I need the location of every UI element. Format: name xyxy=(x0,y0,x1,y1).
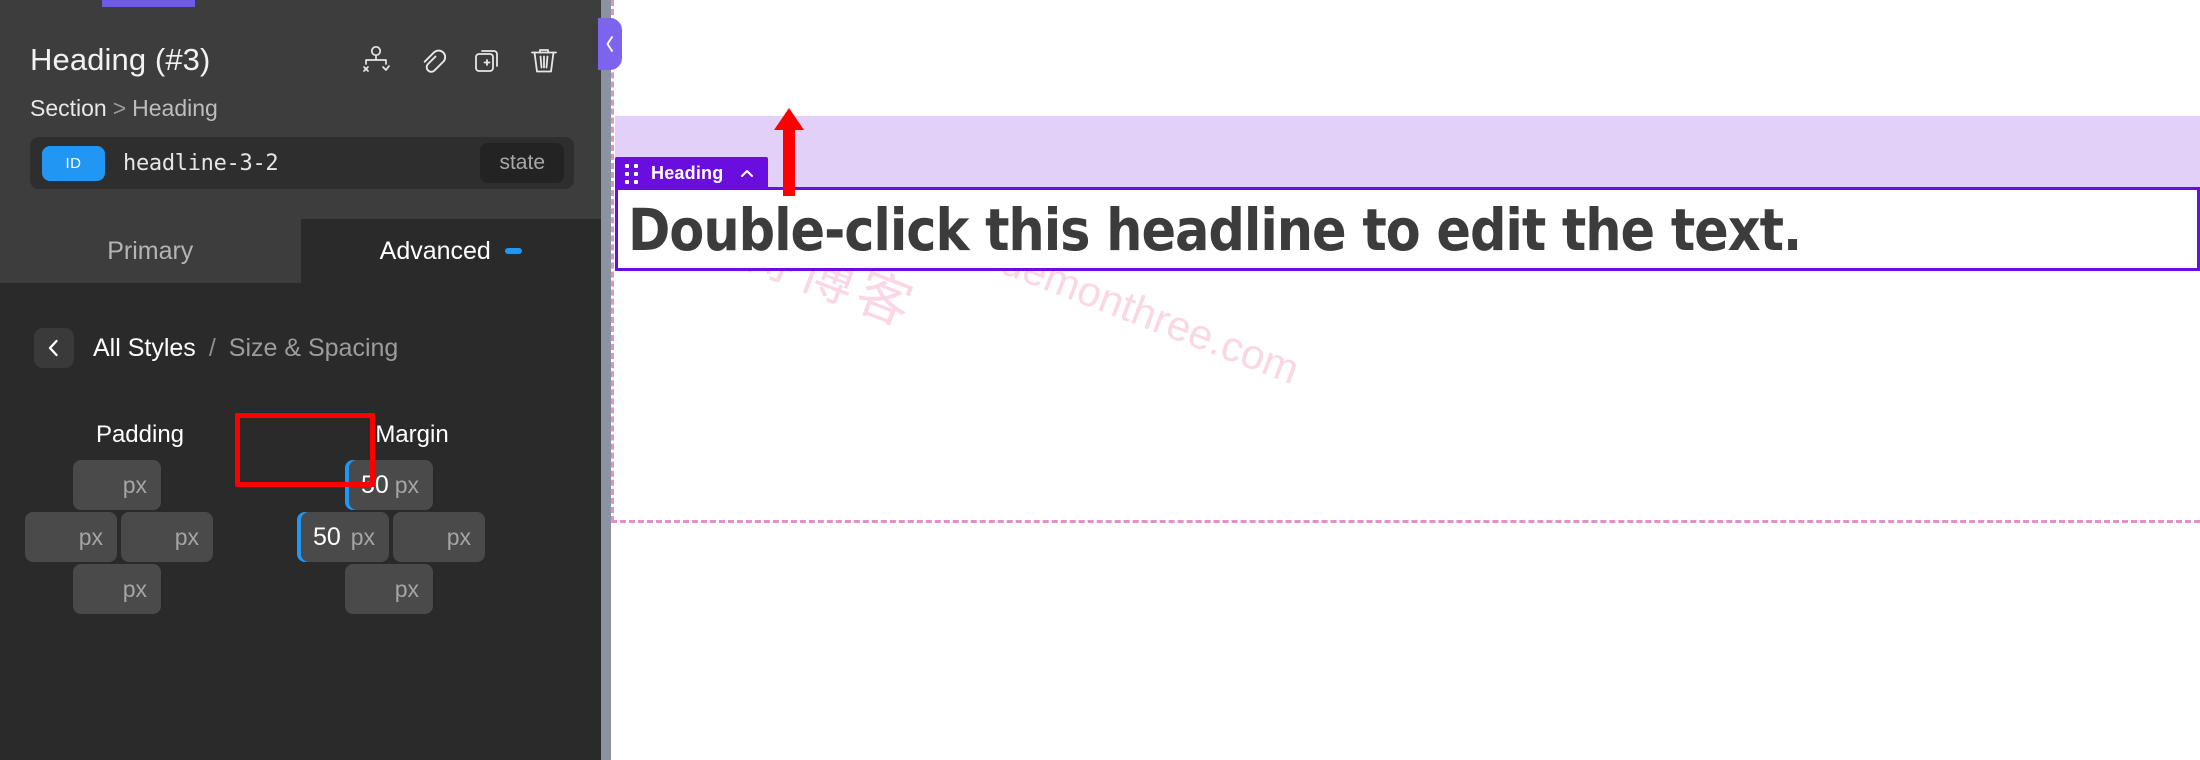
page-canvas: https://www.xiaodemonthree.com 晓得博客 Head… xyxy=(611,0,2200,760)
styles-breadcrumb-separator: / xyxy=(208,333,216,362)
margin-bottom-input[interactable]: px xyxy=(345,564,433,614)
padding-top-unit: px xyxy=(122,471,147,498)
margin-right-unit: px xyxy=(446,523,471,550)
panel-canvas-divider[interactable] xyxy=(601,0,611,760)
padding-right-unit: px xyxy=(174,523,199,550)
breadcrumb: Section > Heading xyxy=(30,95,218,122)
breadcrumb-parent[interactable]: Section xyxy=(30,95,107,121)
element-id-input[interactable]: headline-3-2 xyxy=(123,151,279,176)
padding-bottom-input[interactable]: px xyxy=(73,564,161,614)
guide-line-left xyxy=(611,0,614,522)
margin-group: Margin 50 px 50 px px px xyxy=(297,420,527,690)
heading-element-badge[interactable]: Heading xyxy=(615,157,769,190)
panel-title-row: Heading (#3) xyxy=(30,38,575,82)
tab-advanced-label: Advanced xyxy=(379,236,491,265)
element-id-bar: ID headline-3-2 state xyxy=(30,137,574,189)
styles-breadcrumb-root[interactable]: All Styles xyxy=(93,334,196,363)
padding-left-unit: px xyxy=(78,523,103,550)
chevron-up-icon[interactable] xyxy=(739,166,755,182)
padding-group: Padding px px px px xyxy=(25,420,255,690)
section-margin-block[interactable] xyxy=(615,116,2200,187)
tab-advanced[interactable]: Advanced xyxy=(300,219,601,283)
guide-line-bottom xyxy=(611,520,2200,523)
margin-top-value: 50 xyxy=(361,470,389,499)
margin-label: Margin xyxy=(375,421,449,448)
element-settings-panel: Heading (#3) Section > Heading ID headli… xyxy=(0,0,601,760)
styles-breadcrumb-current: Size & Spacing xyxy=(228,333,399,362)
padding-label: Padding xyxy=(95,421,185,448)
margin-left-unit: px xyxy=(350,523,375,550)
tab-advanced-indicator-dot xyxy=(504,248,522,254)
breadcrumb-current[interactable]: Heading xyxy=(132,95,218,121)
margin-top-arrow-annotation xyxy=(771,108,807,196)
conditions-icon[interactable] xyxy=(359,43,393,77)
duplicate-icon[interactable] xyxy=(471,43,505,77)
padding-left-input[interactable]: px xyxy=(25,512,117,562)
link-icon[interactable] xyxy=(415,43,449,77)
trash-icon[interactable] xyxy=(527,43,561,77)
back-button[interactable] xyxy=(34,328,74,368)
padding-top-input[interactable]: px xyxy=(73,460,161,510)
padding-right-input[interactable]: px xyxy=(121,512,213,562)
size-and-spacing-editor: Padding px px px px Margin 50 px 50 px p… xyxy=(0,413,601,700)
state-button[interactable]: state xyxy=(480,143,564,183)
heading-element-box[interactable]: Double-click this headline to edit the t… xyxy=(615,187,2200,271)
id-chip[interactable]: ID xyxy=(42,145,105,181)
panel-tabs: Primary Advanced xyxy=(0,219,601,283)
padding-grid: px px px px xyxy=(25,460,255,690)
margin-top-input[interactable]: 50 px xyxy=(345,460,433,510)
tab-primary[interactable]: Primary xyxy=(0,219,301,283)
margin-left-value: 50 xyxy=(313,522,341,551)
breadcrumb-separator: > xyxy=(112,95,127,121)
margin-grid: 50 px 50 px px px xyxy=(297,460,527,690)
margin-top-unit: px xyxy=(394,471,419,498)
styles-breadcrumb: All Styles / Size & Spacing xyxy=(34,327,398,369)
panel-active-indicator xyxy=(102,0,195,7)
margin-bottom-unit: px xyxy=(394,575,419,602)
panel-header-actions xyxy=(359,43,575,77)
panel-header: Heading (#3) Section > Heading ID headli… xyxy=(0,11,601,219)
drag-grip-icon[interactable] xyxy=(625,163,638,184)
heading-text[interactable]: Double-click this headline to edit the t… xyxy=(628,196,1802,264)
app-root: Heading (#3) Section > Heading ID headli… xyxy=(0,0,2200,760)
panel-top-bar xyxy=(0,0,601,11)
padding-bottom-unit: px xyxy=(122,575,147,602)
collapse-panel-button[interactable] xyxy=(598,18,622,70)
heading-badge-label: Heading xyxy=(651,163,724,183)
tab-primary-label: Primary xyxy=(107,236,194,265)
margin-right-input[interactable]: px xyxy=(393,512,485,562)
margin-left-input[interactable]: 50 px xyxy=(297,512,389,562)
page-title: Heading (#3) xyxy=(30,42,211,77)
